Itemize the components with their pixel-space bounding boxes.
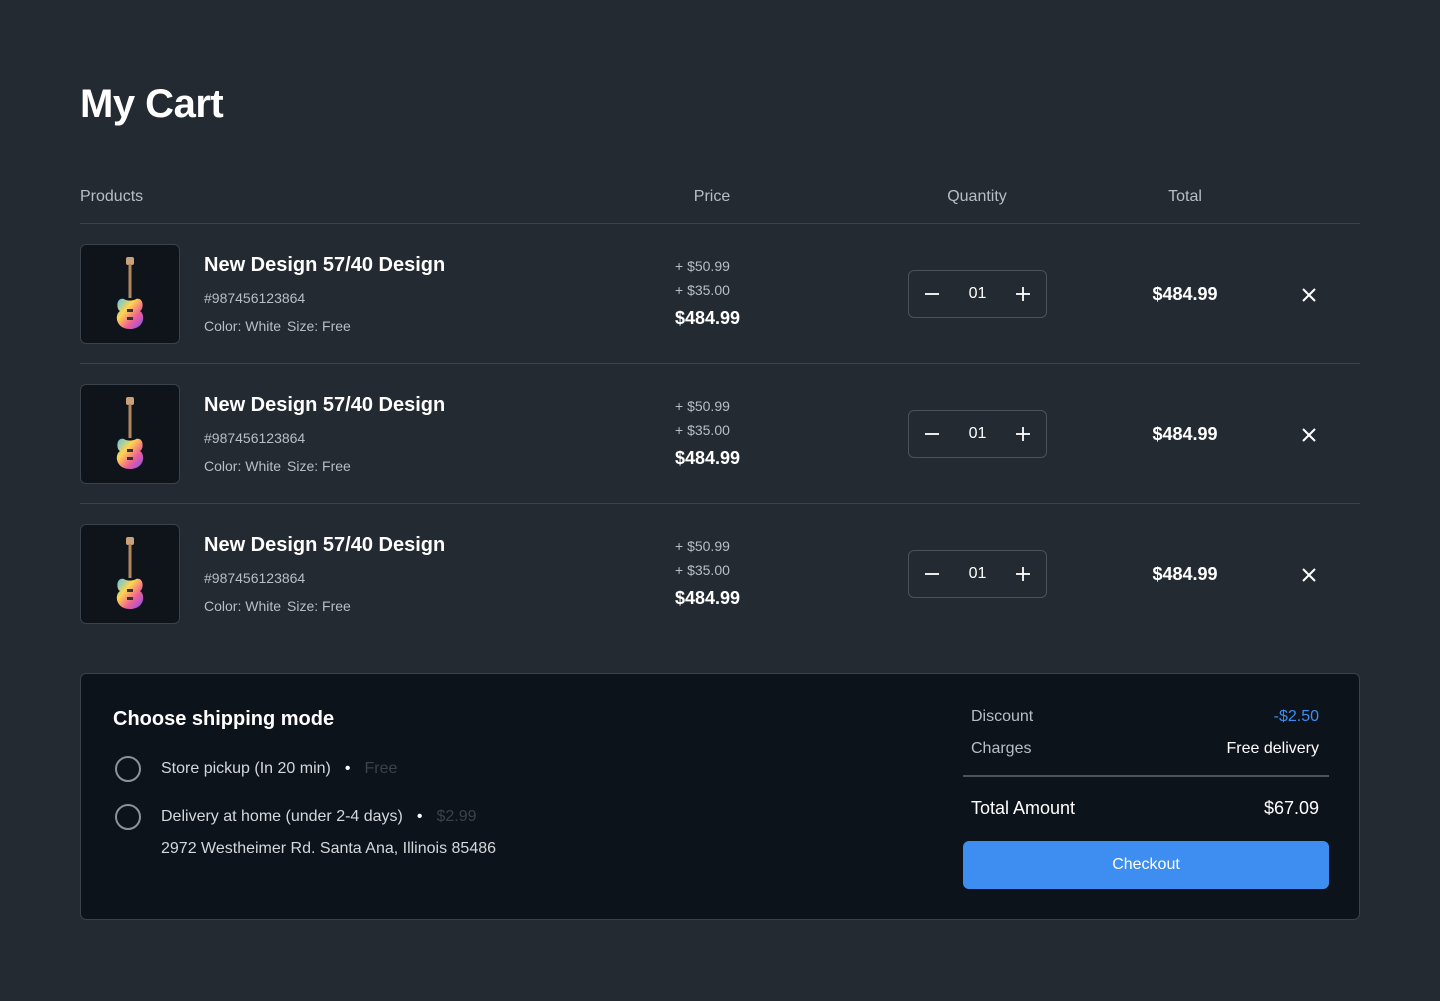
cart-table-header: Products Price Quantity Total xyxy=(80,186,1360,224)
store-pickup-option[interactable]: Store pickup (In 20 min) • Free xyxy=(161,760,397,778)
summary-divider xyxy=(963,775,1329,777)
product-price: $484.99 xyxy=(675,448,741,468)
increase-quantity-button[interactable] xyxy=(1014,285,1032,303)
price-addon: + $35.00 xyxy=(675,282,730,298)
store-pickup-radio[interactable] xyxy=(115,756,141,782)
cart-page: My Cart Products Price Quantity Total Ne… xyxy=(0,0,1440,1001)
home-delivery-radio[interactable] xyxy=(115,804,141,830)
product-price: $484.99 xyxy=(675,308,741,328)
quantity-value[interactable]: 01 xyxy=(969,425,987,443)
row-total: $484.99 xyxy=(1152,424,1218,444)
discount-value: -$2.50 xyxy=(1273,708,1319,725)
price-addon: + $50.99 xyxy=(675,538,730,554)
charges-value: Free delivery xyxy=(1226,740,1319,757)
minus-icon xyxy=(925,573,939,575)
product-name[interactable]: New Design 57/40 Design xyxy=(204,394,445,417)
plus-icon xyxy=(1015,287,1030,301)
close-icon xyxy=(1302,568,1316,582)
discount-label: Discount xyxy=(971,708,1034,725)
product-name[interactable]: New Design 57/40 Design xyxy=(204,534,445,557)
product-color: Color: White xyxy=(204,458,282,474)
checkout-button[interactable]: Checkout xyxy=(963,841,1329,889)
product-color: Color: White xyxy=(204,318,282,334)
price-addon: + $50.99 xyxy=(675,258,730,274)
increase-quantity-button[interactable] xyxy=(1014,425,1032,443)
guitar-icon xyxy=(116,537,144,609)
header-price: Price xyxy=(693,188,731,205)
guitar-icon xyxy=(116,397,144,469)
minus-icon xyxy=(925,293,939,295)
decrease-quantity-button[interactable] xyxy=(923,565,941,583)
product-thumbnail[interactable] xyxy=(80,384,180,484)
cart-row: New Design 57/40 Design #987456123864 Co… xyxy=(80,364,1360,504)
product-size: Size: Free xyxy=(287,318,351,334)
product-sku: #987456123864 xyxy=(204,570,306,586)
delivery-address: 2972 Westheimer Rd. Santa Ana, Illinois … xyxy=(161,840,497,857)
store-pickup-fee: Free xyxy=(364,760,398,777)
product-size: Size: Free xyxy=(287,598,351,614)
header-quantity: Quantity xyxy=(947,188,1007,205)
decrease-quantity-button[interactable] xyxy=(923,425,941,443)
remove-item-button[interactable] xyxy=(1300,426,1318,444)
separator-dot: • xyxy=(344,760,351,777)
increase-quantity-button[interactable] xyxy=(1014,565,1032,583)
product-attributes: Color: White Size: Free xyxy=(204,598,357,614)
product-thumbnail[interactable] xyxy=(80,524,180,624)
quantity-stepper: 01 xyxy=(908,270,1047,318)
price-addon: + $35.00 xyxy=(675,562,730,578)
product-attributes: Color: White Size: Free xyxy=(204,458,357,474)
cart-row: New Design 57/40 Design #987456123864 Co… xyxy=(80,224,1360,364)
plus-icon xyxy=(1015,427,1030,441)
store-pickup-label: Store pickup (In 20 min) xyxy=(161,760,331,777)
page-title: My Cart xyxy=(80,82,224,126)
price-addon: + $35.00 xyxy=(675,422,730,438)
header-products: Products xyxy=(80,188,144,205)
guitar-icon xyxy=(116,257,144,329)
product-size: Size: Free xyxy=(287,458,351,474)
remove-item-button[interactable] xyxy=(1300,286,1318,304)
checkout-summary-panel: Choose shipping mode Store pickup (In 20… xyxy=(80,673,1360,920)
cart-row: New Design 57/40 Design #987456123864 Co… xyxy=(80,504,1360,644)
separator-dot: • xyxy=(416,808,423,825)
quantity-value[interactable]: 01 xyxy=(969,565,987,583)
charges-label: Charges xyxy=(971,740,1032,757)
product-sku: #987456123864 xyxy=(204,290,306,306)
remove-item-button[interactable] xyxy=(1300,566,1318,584)
header-total: Total xyxy=(1168,188,1202,205)
row-total: $484.99 xyxy=(1152,284,1218,304)
product-sku: #987456123864 xyxy=(204,430,306,446)
close-icon xyxy=(1302,288,1316,302)
home-delivery-label: Delivery at home (under 2-4 days) xyxy=(161,808,403,825)
close-icon xyxy=(1302,428,1316,442)
total-amount-value: $67.09 xyxy=(1263,798,1319,818)
quantity-value[interactable]: 01 xyxy=(969,285,987,303)
product-name[interactable]: New Design 57/40 Design xyxy=(204,254,445,277)
price-addon: + $50.99 xyxy=(675,398,730,414)
quantity-stepper: 01 xyxy=(908,410,1047,458)
total-amount-label: Total Amount xyxy=(971,798,1076,818)
product-price: $484.99 xyxy=(675,588,741,608)
product-thumbnail[interactable] xyxy=(80,244,180,344)
product-attributes: Color: White Size: Free xyxy=(204,318,357,334)
product-color: Color: White xyxy=(204,598,282,614)
row-total: $484.99 xyxy=(1152,564,1218,584)
minus-icon xyxy=(925,433,939,435)
home-delivery-option[interactable]: Delivery at home (under 2-4 days) • $2.99 xyxy=(161,808,477,826)
home-delivery-fee: $2.99 xyxy=(436,808,477,825)
shipping-mode-title: Choose shipping mode xyxy=(113,708,335,730)
quantity-stepper: 01 xyxy=(908,550,1047,598)
plus-icon xyxy=(1015,567,1030,581)
decrease-quantity-button[interactable] xyxy=(923,285,941,303)
